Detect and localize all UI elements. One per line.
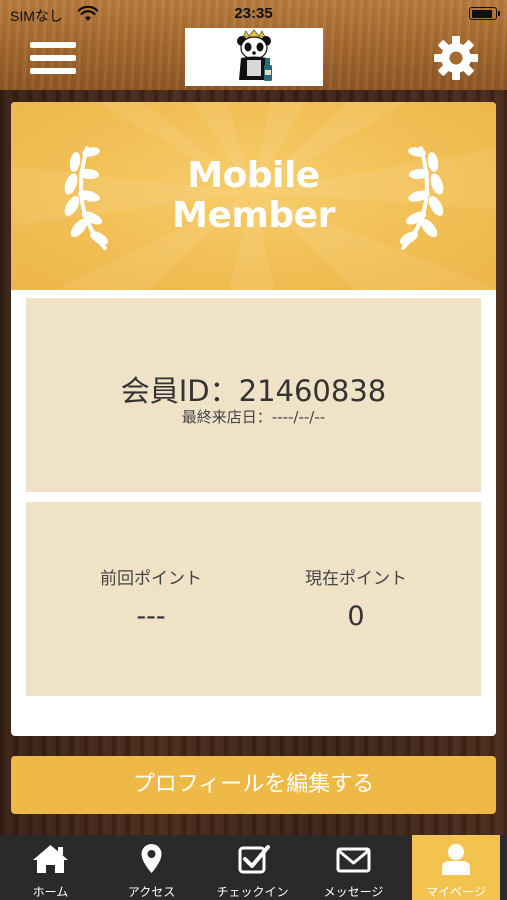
status-bar: SIMなし 23:35	[0, 0, 507, 28]
current-points: 現在ポイント 0	[256, 564, 456, 632]
home-icon	[33, 845, 68, 873]
tab-access[interactable]: アクセス	[101, 835, 202, 900]
tab-mypage-label: マイページ	[426, 885, 486, 899]
banner-title-line2: Member	[172, 195, 335, 236]
hamburger-menu-icon[interactable]	[30, 40, 76, 76]
gear-icon[interactable]	[432, 34, 480, 82]
map-pin-icon	[141, 844, 162, 873]
tab-home-label: ホーム	[32, 885, 69, 899]
member-card: Mobile Member 会員ID：21460838 最終来店日：----/-…	[11, 102, 496, 736]
current-points-value: 0	[347, 601, 365, 632]
tab-access-label: アクセス	[127, 885, 176, 899]
previous-points: 前回ポイント ---	[51, 564, 251, 632]
tab-message[interactable]: メッセージ	[303, 835, 404, 900]
current-points-label: 現在ポイント	[305, 569, 407, 589]
panda-logo	[185, 28, 323, 86]
previous-points-value: ---	[136, 601, 166, 632]
user-icon	[442, 844, 470, 875]
tab-message-label: メッセージ	[323, 885, 384, 899]
tab-mypage[interactable]: マイページ	[412, 835, 500, 900]
last-visit-date: 最終来店日：----/--/--	[181, 408, 326, 426]
banner-title-line1: Mobile	[187, 155, 320, 196]
tab-checkin[interactable]: チェックイン	[202, 835, 303, 900]
banner-title: Mobile Member	[11, 156, 496, 236]
clock: 23:35	[234, 5, 273, 22]
member-info-box: 会員ID：21460838 最終来店日：----/--/--	[26, 298, 481, 492]
edit-profile-button[interactable]: プロフィールを編集する	[11, 756, 496, 814]
checkbox-icon	[238, 845, 270, 874]
tab-checkin-label: チェックイン	[216, 885, 289, 899]
member-banner: Mobile Member	[11, 102, 496, 290]
battery-icon	[469, 7, 500, 20]
member-id: 会員ID：21460838	[120, 374, 387, 408]
tab-bar: ホーム アクセス チェックイン メッセージ マイページ	[0, 835, 507, 900]
previous-points-label: 前回ポイント	[100, 569, 202, 589]
points-box: 前回ポイント --- 現在ポイント 0	[26, 502, 481, 696]
envelope-icon	[336, 847, 371, 873]
tab-home[interactable]: ホーム	[0, 835, 101, 900]
